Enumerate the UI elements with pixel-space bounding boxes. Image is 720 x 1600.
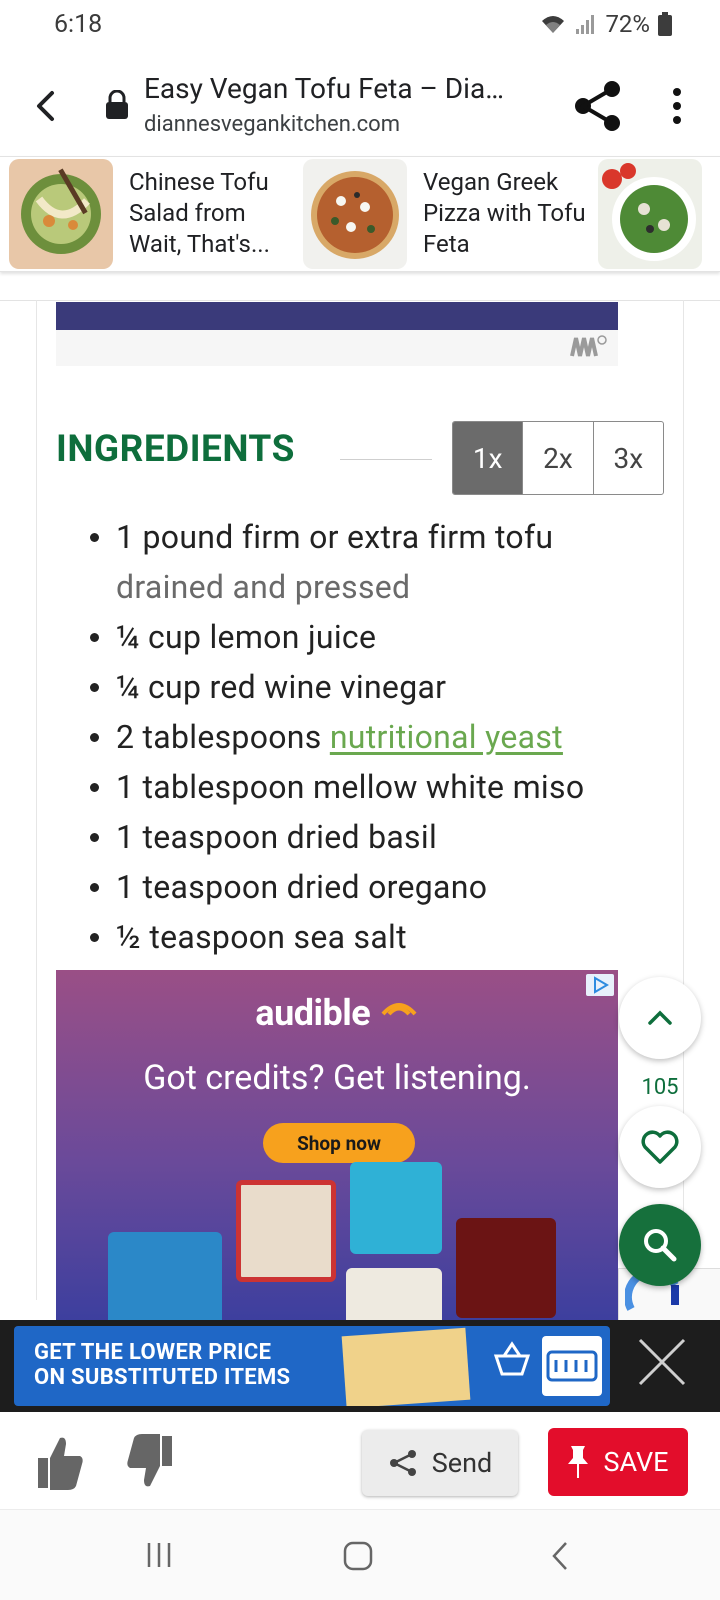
scroll-top-button[interactable]: [619, 977, 701, 1059]
book-cover-image: [108, 1232, 222, 1320]
recommendations-strip: Chinese Tofu Salad from Wait, That's... …: [0, 156, 720, 272]
banner-text: GET THE LOWER PRICE ON SUBSTITUTED ITEMS: [34, 1340, 291, 1390]
nutritional-yeast-link[interactable]: nutritional yeast: [330, 718, 563, 756]
scale-1x-button[interactable]: 1x: [453, 422, 524, 494]
browser-toolbar: Easy Vegan Tofu Feta – Dia… diannesvegan…: [0, 58, 720, 154]
status-icons: 72%: [539, 10, 672, 38]
scale-2x-button[interactable]: 2x: [523, 422, 594, 494]
lock-icon[interactable]: [104, 89, 130, 120]
chevron-up-icon: [648, 1010, 672, 1025]
book-cover-image: [350, 1162, 442, 1254]
ingredient-item: ¼ cup red wine vinegar: [88, 662, 648, 712]
top-ad-strip[interactable]: [56, 302, 618, 330]
product-image: [341, 1327, 471, 1406]
ingredient-list: 1 pound firm or extra firm tofu drained …: [88, 512, 648, 962]
ingredient-text: 1 teaspoon dried basil: [116, 818, 438, 856]
book-cover-image: [346, 1268, 442, 1320]
save-button[interactable]: SAVE: [548, 1428, 688, 1496]
back-button[interactable]: [26, 84, 64, 128]
thumbs-down-button[interactable]: [124, 1432, 176, 1492]
ad-network-icon: [570, 334, 608, 363]
ingredient-note: drained and pressed: [116, 568, 411, 606]
ingredient-item: 1 teaspoon dried basil: [88, 812, 648, 862]
back-chevron-icon: [552, 1542, 567, 1570]
favorite-button[interactable]: [619, 1106, 701, 1188]
page-url[interactable]: diannesvegankitchen.com: [144, 112, 400, 137]
book-cover-image: [456, 1218, 556, 1318]
ingredient-item: 1 tablespoon mellow white miso: [88, 762, 648, 812]
action-bar: Send SAVE: [0, 1412, 720, 1510]
thumbs-up-icon: [38, 1437, 83, 1490]
save-label: SAVE: [603, 1446, 669, 1478]
search-button[interactable]: [619, 1204, 701, 1286]
ingredient-text: 2 tablespoons: [116, 718, 330, 756]
shop-now-button[interactable]: Shop now: [263, 1123, 415, 1163]
ingredient-text: ¼ cup red wine vinegar: [116, 668, 447, 706]
ingredient-text: 1 pound firm or extra firm tofu: [116, 518, 554, 556]
scale-3x-button[interactable]: 3x: [594, 422, 663, 494]
rec-title: Vegan Greek Pizza with Tofu Feta: [423, 168, 586, 258]
battery-icon: [658, 12, 672, 36]
rec-thumbnail: [598, 159, 702, 269]
banner-creative[interactable]: GET THE LOWER PRICE ON SUBSTITUTED ITEMS: [14, 1326, 610, 1406]
rec-thumbnail: [303, 159, 407, 269]
rec-card[interactable]: [598, 159, 702, 269]
recents-button[interactable]: [144, 1540, 174, 1570]
close-ad-button[interactable]: [612, 1328, 712, 1404]
audible-headline: Got credits? Get listening.: [143, 1058, 531, 1098]
ingredient-item: 1 pound firm or extra firm tofu drained …: [88, 512, 648, 612]
share-icon: [389, 1450, 416, 1476]
home-button[interactable]: [342, 1540, 374, 1572]
send-label: Send: [431, 1447, 493, 1479]
ingredient-item: ½ teaspoon sea salt: [88, 912, 648, 962]
basket-icon: [492, 1340, 532, 1380]
battery-percent: 72%: [605, 10, 650, 38]
system-nav-bar: [0, 1510, 720, 1600]
qfc-banner-ad[interactable]: GET THE LOWER PRICE ON SUBSTITUTED ITEMS: [0, 1320, 720, 1412]
audible-logo: audible: [56, 992, 618, 1034]
ingredient-text: ½ teaspoon sea salt: [116, 918, 407, 956]
rec-card[interactable]: Vegan Greek Pizza with Tofu Feta: [303, 159, 587, 269]
audible-waves-icon: [381, 1003, 417, 1016]
status-bar: 6:18 72%: [0, 0, 720, 52]
pin-icon: [568, 1446, 589, 1478]
share-icon: [575, 81, 620, 131]
ingredients-heading: INGREDIENTS: [56, 428, 295, 471]
servings-scale-toggle: 1x 2x 3x: [452, 421, 664, 495]
more-menu-button[interactable]: [660, 84, 694, 128]
ingredient-text: 1 teaspoon dried oregano: [116, 868, 488, 906]
ingredient-item: 1 teaspoon dried oregano: [88, 862, 648, 912]
heart-icon: [641, 1130, 679, 1164]
heading-rule: [340, 459, 432, 460]
audible-ad[interactable]: audible Got credits? Get listening. Shop…: [56, 970, 618, 1320]
close-icon: [638, 1338, 686, 1386]
back-arrow-icon: [37, 91, 54, 121]
status-time: 6:18: [54, 10, 103, 39]
book-cover-image: [236, 1180, 336, 1282]
system-back-button[interactable]: [548, 1540, 572, 1572]
favorite-count: 105: [641, 1075, 679, 1100]
thumbs-down-icon: [127, 1434, 172, 1487]
send-button[interactable]: Send: [362, 1430, 518, 1496]
rec-title: Chinese Tofu Salad from Wait, That's...: [129, 168, 270, 258]
ad-footer: [56, 330, 618, 366]
ingredient-item: ¼ cup lemon juice: [88, 612, 648, 662]
ingredient-text: 1 tablespoon mellow white miso: [116, 768, 585, 806]
signal-icon: [575, 13, 597, 35]
home-icon: [343, 1541, 373, 1571]
search-icon: [644, 1229, 677, 1262]
more-vert-icon: [673, 88, 681, 124]
recents-icon: [147, 1543, 171, 1567]
qfc-logo: [542, 1336, 602, 1396]
ingredient-text: ¼ cup lemon juice: [116, 618, 377, 656]
thumbs-up-button[interactable]: [34, 1432, 86, 1492]
wifi-icon: [539, 13, 567, 35]
ingredient-item: 2 tablespoons nutritional yeast: [88, 712, 648, 762]
page-title[interactable]: Easy Vegan Tofu Feta – Dia…: [144, 72, 539, 105]
rec-thumbnail: [9, 159, 113, 269]
rec-card[interactable]: Chinese Tofu Salad from Wait, That's...: [9, 159, 293, 269]
share-button[interactable]: [574, 80, 622, 132]
